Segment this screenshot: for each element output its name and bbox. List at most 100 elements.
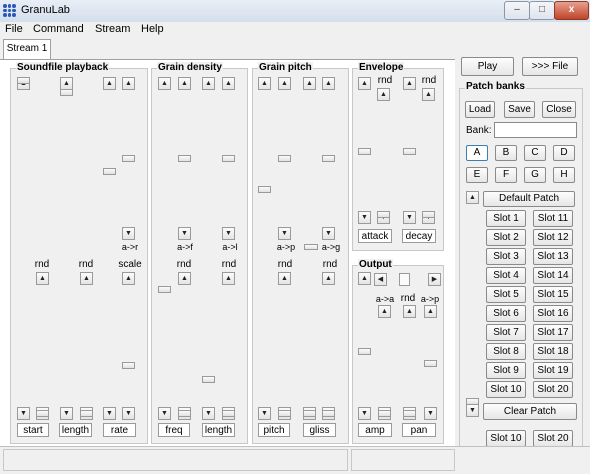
patch-slot-slot-2[interactable]: Slot 2 xyxy=(486,229,526,246)
gliss-rnd-slider-thumb[interactable] xyxy=(322,410,335,417)
attack-slider-up[interactable]: ▲ xyxy=(358,77,371,90)
freq-slider-down[interactable]: ▼ xyxy=(158,407,171,420)
amp-slider-down[interactable]: ▼ xyxy=(358,407,371,420)
patch-slot-slot-13[interactable]: Slot 13 xyxy=(533,248,573,265)
pan-alt-slider-up[interactable]: ▲ xyxy=(424,305,437,318)
menu-file[interactable]: File xyxy=(5,23,23,35)
bank-button-b[interactable]: B xyxy=(495,145,517,161)
length-rnd-slider-thumb[interactable] xyxy=(80,410,93,417)
rate-scale-slider-track[interactable] xyxy=(122,272,137,420)
start-rnd-slider-thumb[interactable] xyxy=(36,410,49,417)
output-rnd-slider-track[interactable] xyxy=(403,305,418,420)
gliss-alt-slider-down[interactable]: ▼ xyxy=(322,227,335,240)
gliss-rnd-slider-up[interactable]: ▲ xyxy=(322,272,335,285)
length-slider-thumb[interactable] xyxy=(60,89,73,96)
patch-slot-slot-1[interactable]: Slot 1 xyxy=(486,210,526,227)
start-rnd-slider-track[interactable] xyxy=(36,272,51,420)
attack-slider-thumb[interactable] xyxy=(358,148,371,155)
close-patch-button[interactable]: Close xyxy=(542,101,576,118)
save-button[interactable]: Save xyxy=(504,101,535,118)
rate-scale-slider-down[interactable]: ▼ xyxy=(122,407,135,420)
freq-alt-slider-down[interactable]: ▼ xyxy=(178,227,191,240)
freq-slider-track[interactable] xyxy=(158,77,173,420)
patch-slot-slot-18[interactable]: Slot 18 xyxy=(533,343,573,360)
decay-rnd-slider-up[interactable]: ▲ xyxy=(422,88,435,101)
slot-scroll-up[interactable]: ▲ xyxy=(466,191,479,204)
patch-slot-slot-16[interactable]: Slot 16 xyxy=(533,305,573,322)
pitch-rnd-slider-track[interactable] xyxy=(278,272,293,420)
dlength-slider-down[interactable]: ▼ xyxy=(202,407,215,420)
dlength-rnd-slider-track[interactable] xyxy=(222,272,237,420)
attack-slider-down[interactable]: ▼ xyxy=(358,211,371,224)
bank-button-f[interactable]: F xyxy=(495,167,517,183)
patch-slot-slot-10[interactable]: Slot 10 xyxy=(486,381,526,398)
length-slider-track[interactable] xyxy=(60,77,75,420)
patch-slot-slot-9[interactable]: Slot 9 xyxy=(486,362,526,379)
slot-list-scrollbar[interactable] xyxy=(466,190,479,430)
start-rnd-slider-up[interactable]: ▲ xyxy=(36,272,49,285)
gliss-alt-slider-thumb[interactable] xyxy=(322,155,335,162)
rate-slider-track[interactable] xyxy=(103,77,118,420)
freq-rnd-slider-up[interactable]: ▲ xyxy=(178,272,191,285)
maximize-button[interactable]: □ xyxy=(529,1,555,20)
pitch-slider-up[interactable]: ▲ xyxy=(258,77,271,90)
toggle-a-g[interactable]: a->g xyxy=(319,242,343,252)
amp-alt-slider-thumb[interactable] xyxy=(378,410,391,417)
gliss-slider-thumb[interactable] xyxy=(303,410,316,417)
bank-button-h[interactable]: H xyxy=(553,167,575,183)
pan-alt-slider-down[interactable]: ▼ xyxy=(424,407,437,420)
minimize-button[interactable]: – xyxy=(504,1,530,20)
toggle-a-l[interactable]: a->l xyxy=(218,242,242,252)
menu-help[interactable]: Help xyxy=(141,23,164,35)
pitch-rnd-slider-thumb[interactable] xyxy=(278,410,291,417)
patch-slot-slot-3[interactable]: Slot 3 xyxy=(486,248,526,265)
rate-slider-up[interactable]: ▲ xyxy=(103,77,116,90)
bank-button-e[interactable]: E xyxy=(466,167,488,183)
gliss-alt-slider-up[interactable]: ▲ xyxy=(322,77,335,90)
gliss-rnd-slider-track[interactable] xyxy=(322,272,337,420)
length-rnd-slider-track[interactable] xyxy=(80,272,95,420)
bank-button-g[interactable]: G xyxy=(524,167,546,183)
menu-stream[interactable]: Stream xyxy=(95,23,130,35)
tab-stream-1[interactable]: Stream 1 xyxy=(3,39,51,59)
patch-slot-slot-15[interactable]: Slot 15 xyxy=(533,286,573,303)
patch-slot-slot-6[interactable]: Slot 6 xyxy=(486,305,526,322)
extra-slot-10[interactable]: Slot 10 xyxy=(486,430,526,447)
length-rnd-slider-up[interactable]: ▲ xyxy=(80,272,93,285)
decay-slider-thumb[interactable] xyxy=(403,148,416,155)
patch-slot-slot-11[interactable]: Slot 11 xyxy=(533,210,573,227)
toggle-a-p[interactable]: a->p xyxy=(274,242,298,252)
attack-rnd-slider-thumb[interactable] xyxy=(377,211,390,218)
bank-input[interactable] xyxy=(494,122,577,138)
amp-alt-slider-up[interactable]: ▲ xyxy=(378,305,391,318)
decay-slider-down[interactable]: ▼ xyxy=(403,211,416,224)
gliss-toggle-thumb[interactable] xyxy=(304,244,318,250)
dlength-slider-thumb[interactable] xyxy=(202,376,215,383)
rate-alt-slider-down[interactable]: ▼ xyxy=(122,227,135,240)
start-slider-down[interactable]: ▼ xyxy=(17,407,30,420)
attack-rnd-slider-up[interactable]: ▲ xyxy=(377,88,390,101)
patch-slot-slot-14[interactable]: Slot 14 xyxy=(533,267,573,284)
load-button[interactable]: Load xyxy=(465,101,495,118)
amp-alt-slider-track[interactable] xyxy=(378,305,393,420)
default-patch-button[interactable]: Default Patch xyxy=(483,191,575,207)
rate-slider-thumb[interactable] xyxy=(103,168,116,175)
rate-alt-slider-up[interactable]: ▲ xyxy=(122,77,135,90)
menu-command[interactable]: Command xyxy=(33,23,84,35)
toggle-a-r[interactable]: a->r xyxy=(118,242,142,252)
start-slider-thumb[interactable] xyxy=(17,77,30,84)
patch-slot-slot-17[interactable]: Slot 17 xyxy=(533,324,573,341)
patch-slot-slot-7[interactable]: Slot 7 xyxy=(486,324,526,341)
patch-slot-slot-5[interactable]: Slot 5 xyxy=(486,286,526,303)
patch-slot-slot-4[interactable]: Slot 4 xyxy=(486,267,526,284)
dlength-alt-slider-thumb[interactable] xyxy=(222,155,235,162)
output-rnd-slider-up[interactable]: ▲ xyxy=(403,305,416,318)
pitch-slider-track[interactable] xyxy=(258,77,273,420)
toggle-output-a-p[interactable]: a->p xyxy=(418,294,442,304)
bank-button-d[interactable]: D xyxy=(553,145,575,161)
to-file-button[interactable]: >>> File xyxy=(522,57,578,76)
amp-slider-thumb[interactable] xyxy=(358,348,371,355)
slot-scroll-down[interactable]: ▼ xyxy=(466,404,479,417)
freq-rnd-slider-thumb[interactable] xyxy=(178,410,191,417)
pan-alt-slider-thumb[interactable] xyxy=(424,360,437,367)
